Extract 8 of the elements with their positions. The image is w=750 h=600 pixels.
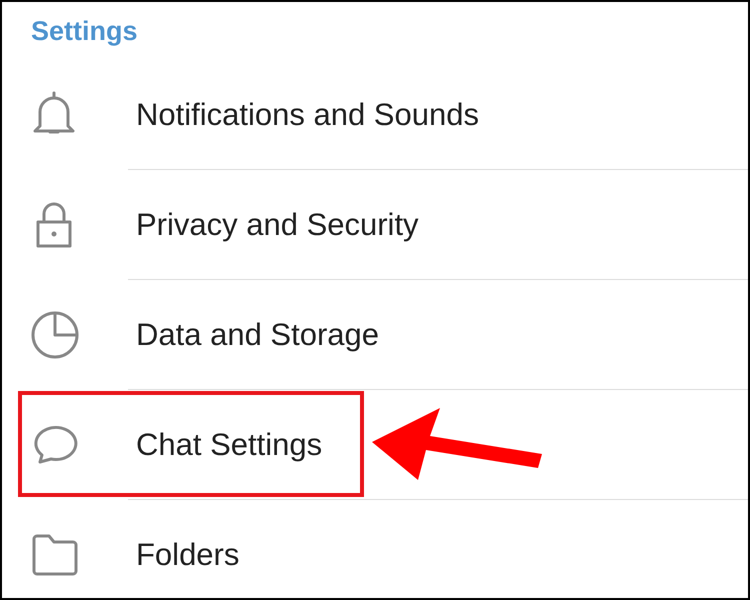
settings-item[interactable]: Privacy and Security bbox=[136, 207, 419, 243]
section-title: Settings bbox=[31, 16, 138, 46]
settings-item[interactable]: Notifications and Sounds bbox=[136, 97, 479, 133]
settings-item[interactable]: Data and Storage bbox=[136, 317, 380, 353]
settings-item[interactable]: Folders bbox=[136, 537, 240, 573]
pie-chart-icon bbox=[30, 310, 80, 360]
settings-item[interactable]: Chat Settings bbox=[136, 427, 322, 463]
folder-icon bbox=[30, 533, 80, 577]
